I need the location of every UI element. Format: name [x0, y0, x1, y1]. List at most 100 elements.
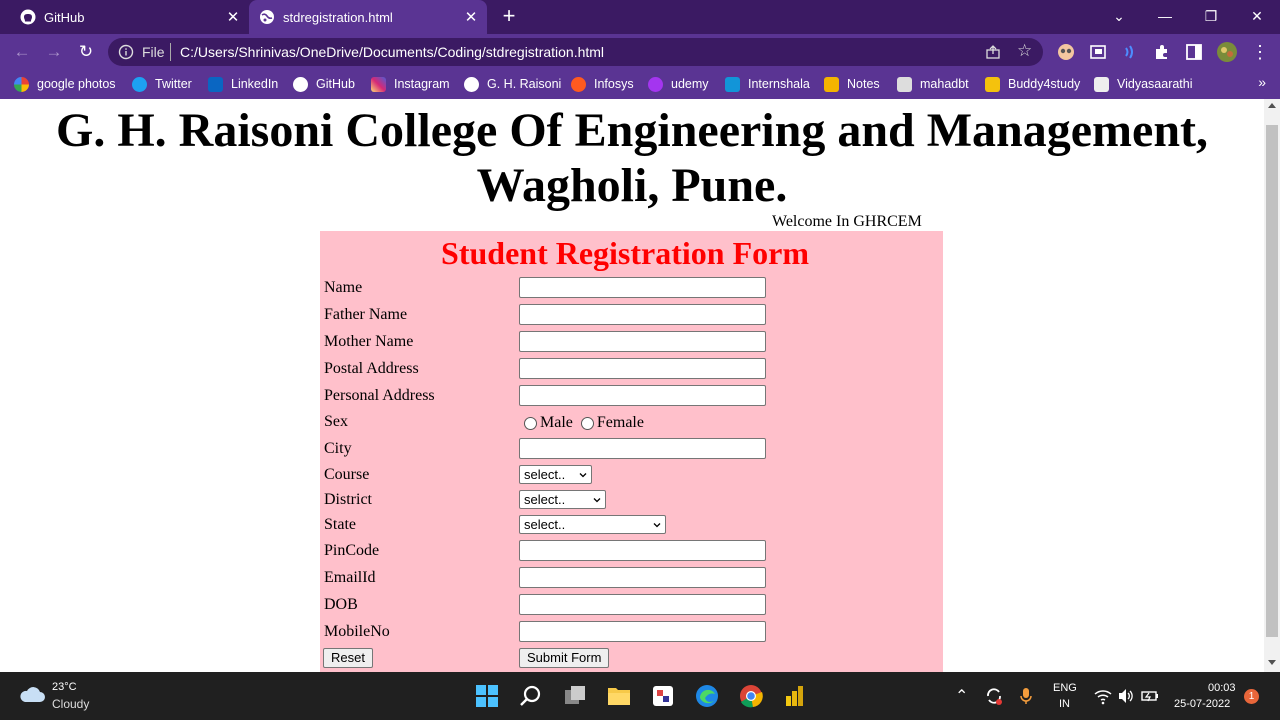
- course-select[interactable]: select..: [519, 465, 592, 484]
- sex-label: Sex: [324, 413, 348, 430]
- restore-button[interactable]: ❐: [1188, 0, 1234, 34]
- read-aloud-icon[interactable]: [1121, 43, 1139, 61]
- bookmark-internshala[interactable]: Internshala: [725, 75, 810, 93]
- personal-address-field[interactable]: [519, 385, 766, 406]
- name-field[interactable]: [519, 277, 766, 298]
- sync-icon[interactable]: [985, 684, 1003, 708]
- picture-in-picture-icon[interactable]: [1089, 43, 1107, 61]
- mother-name-field[interactable]: [519, 331, 766, 352]
- female-radio[interactable]: [580, 416, 594, 430]
- close-window-button[interactable]: ✕: [1234, 0, 1280, 34]
- side-panel-icon[interactable]: [1185, 43, 1203, 61]
- bookmark-mahadbt[interactable]: mahadbt: [897, 75, 969, 93]
- share-icon[interactable]: [985, 44, 1001, 60]
- form-title: Student Registration Form: [441, 235, 809, 271]
- linkedin-icon: [208, 76, 223, 92]
- bookmark-linkedin[interactable]: LinkedIn: [208, 75, 278, 93]
- forward-button[interactable]: →: [43, 41, 65, 63]
- submit-button[interactable]: Submit Form: [519, 648, 610, 668]
- file-explorer-icon[interactable]: [607, 684, 631, 708]
- chevron-down-icon: [593, 497, 601, 502]
- reset-button[interactable]: Reset: [323, 648, 373, 668]
- reload-button[interactable]: ↻: [75, 41, 97, 63]
- tab-stdregistration[interactable]: stdregistration.html ✕: [249, 0, 487, 34]
- bookmark-buddy4study[interactable]: Buddy4study: [985, 75, 1080, 93]
- address-bar[interactable]: File C:/Users/Shrinivas/OneDrive/Documen…: [108, 38, 1043, 66]
- scroll-down-icon[interactable]: [1268, 660, 1276, 665]
- district-select[interactable]: select..: [519, 490, 606, 509]
- close-icon[interactable]: ✕: [463, 8, 479, 26]
- dob-label: DOB: [324, 596, 358, 613]
- info-icon[interactable]: [118, 44, 134, 60]
- tab-search-button[interactable]: ⌄: [1096, 0, 1142, 34]
- document-icon: [897, 76, 912, 92]
- infosys-icon: [571, 76, 586, 92]
- bookmark-github[interactable]: GitHub: [293, 75, 355, 93]
- bookmark-star-icon[interactable]: ☆: [1017, 41, 1033, 60]
- github-icon: [20, 9, 36, 25]
- more-bookmarks-icon[interactable]: »: [1258, 74, 1266, 90]
- bookmark-notes[interactable]: Notes: [824, 75, 880, 93]
- volume-icon[interactable]: [1117, 684, 1135, 708]
- scroll-up-icon[interactable]: [1268, 103, 1276, 108]
- wifi-icon[interactable]: [1094, 684, 1112, 708]
- language-indicator[interactable]: ENG: [1053, 682, 1077, 694]
- menu-kebab-icon[interactable]: ⋮: [1249, 41, 1271, 63]
- extension-face-icon[interactable]: [1057, 43, 1075, 61]
- url-scheme: File: [142, 44, 165, 60]
- battery-icon[interactable]: [1141, 684, 1159, 708]
- email-label: EmailId: [324, 569, 376, 586]
- postal-address-field[interactable]: [519, 358, 766, 379]
- state-select[interactable]: select..: [519, 515, 666, 534]
- notification-badge[interactable]: 1: [1244, 689, 1259, 704]
- show-hidden-icons-icon[interactable]: ⌃: [955, 686, 968, 706]
- bookmark-gh-raisoni[interactable]: G. H. Raisoni: [464, 75, 561, 93]
- clock-time[interactable]: 00:03: [1208, 682, 1236, 694]
- task-view-icon[interactable]: [563, 684, 587, 708]
- notes-icon: [824, 76, 839, 92]
- bookmark-infosys[interactable]: Infosys: [571, 75, 634, 93]
- scrollbar-thumb[interactable]: [1266, 125, 1278, 637]
- power-bi-icon[interactable]: [783, 684, 807, 708]
- state-label: State: [324, 516, 356, 533]
- avatar[interactable]: [1216, 41, 1238, 63]
- new-tab-button[interactable]: +: [498, 5, 520, 27]
- globe-icon: [464, 76, 479, 92]
- bookmark-vidyasaarathi[interactable]: Vidyasaarathi: [1094, 75, 1193, 93]
- back-button[interactable]: ←: [11, 41, 33, 63]
- sex-radio-group: Male Female: [524, 414, 644, 432]
- chevron-down-icon: [579, 472, 587, 477]
- welcome-text: Welcome In GHRCEM: [772, 213, 922, 230]
- minimize-button[interactable]: —: [1142, 0, 1188, 34]
- bookmark-instagram[interactable]: Instagram: [371, 75, 450, 93]
- snipping-tool-icon[interactable]: [651, 684, 675, 708]
- tab-github[interactable]: GitHub ✕: [0, 0, 247, 34]
- edge-icon[interactable]: [695, 684, 719, 708]
- registration-form: Student Registration Form Name Father Na…: [320, 231, 943, 672]
- father-name-label: Father Name: [324, 306, 408, 323]
- microphone-icon[interactable]: [1018, 684, 1034, 708]
- personal-address-label: Personal Address: [324, 387, 435, 404]
- mobile-field[interactable]: [519, 621, 766, 642]
- dob-field[interactable]: [519, 594, 766, 615]
- weather-temperature: 23°C: [52, 681, 77, 693]
- page-scrollbar[interactable]: [1264, 99, 1280, 672]
- bookmark-twitter[interactable]: Twitter: [132, 75, 192, 93]
- email-field[interactable]: [519, 567, 766, 588]
- chrome-icon[interactable]: [739, 684, 763, 708]
- url-text[interactable]: C:/Users/Shrinivas/OneDrive/Documents/Co…: [180, 44, 604, 60]
- pincode-field[interactable]: [519, 540, 766, 561]
- graduation-cap-icon: [985, 76, 1000, 92]
- cloud-icon[interactable]: [18, 683, 46, 707]
- windows-start-icon[interactable]: [475, 684, 499, 708]
- bookmark-udemy[interactable]: udemy: [648, 75, 709, 93]
- course-label: Course: [324, 466, 370, 483]
- male-radio[interactable]: [524, 416, 537, 430]
- bookmark-google-photos[interactable]: google photos: [14, 75, 116, 93]
- city-field[interactable]: [519, 438, 766, 459]
- extensions-puzzle-icon[interactable]: [1153, 43, 1171, 61]
- father-name-field[interactable]: [519, 304, 766, 325]
- close-icon[interactable]: ✕: [225, 8, 241, 26]
- search-icon[interactable]: [519, 684, 543, 708]
- page-viewport: G. H. Raisoni College Of Engineering and…: [0, 99, 1264, 672]
